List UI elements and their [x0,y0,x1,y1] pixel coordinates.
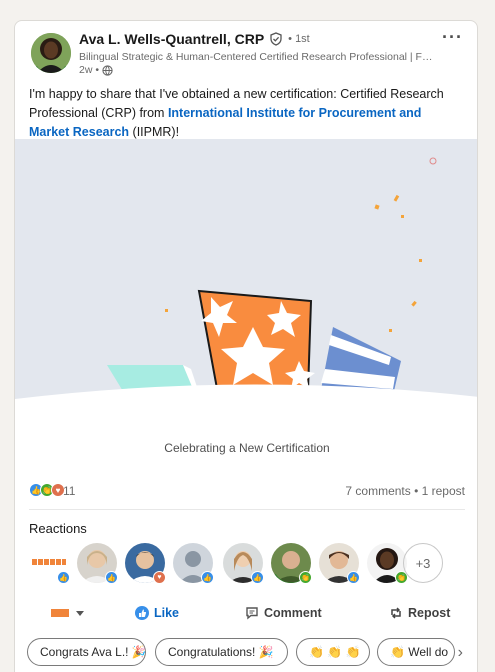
like-reaction-icon: 👍 [105,571,118,584]
quick-reply-chips: Congrats Ava L.! 🎉 Congratulations! 🎉 👏 … [27,638,467,666]
thumbs-up-icon [135,606,149,620]
like-reaction-icon: 👍 [347,571,360,584]
certification-graphic[interactable] [15,139,477,421]
reaction-icons[interactable]: 👍 👏 ♥ [29,483,65,497]
repost-icon [391,607,401,619]
like-reaction-icon: 👍 [251,571,264,584]
divider [29,509,465,510]
graphic-caption[interactable]: Celebrating a New Certification [15,441,477,455]
more-reactors-button[interactable]: +3 [403,543,443,583]
reaction-count[interactable]: 11 [63,484,75,498]
comment-label[interactable]: Comment [264,606,322,620]
chevron-down-icon [76,611,84,616]
reactors-list: 👍 👍 ♥ 👍 👍 👏 👍 👏 +3 [29,543,469,587]
time-ago: 2w • [79,64,100,76]
quick-reply-chip[interactable]: 👏 👏 👏 [296,638,370,666]
comment-button[interactable]: Comment [245,601,322,625]
post-time: 2w • [79,64,113,76]
repost-label[interactable]: Repost [408,606,450,620]
like-button[interactable]: Like [135,601,179,625]
repost-button[interactable]: Repost [389,601,450,625]
author-avatar[interactable] [31,33,71,73]
author-name[interactable]: Ava L. Wells-Quantrell, CRP [79,31,264,47]
like-label[interactable]: Like [154,606,179,620]
like-reaction-icon: 👍 [201,571,214,584]
globe-icon [102,64,113,76]
quick-reply-chip[interactable]: Congrats Ava L.! 🎉 [27,638,146,666]
author-name-row[interactable]: Ava L. Wells-Quantrell, CRP • 1st [79,31,310,47]
post-text: I'm happy to share that I've obtained a … [29,85,459,142]
connection-degree: • 1st [288,33,310,45]
company-logo-icon [51,609,69,617]
love-reaction-icon: ♥ [153,571,166,584]
reactions-title: Reactions [29,521,87,536]
comments-reposts-count[interactable]: 7 comments • 1 repost [345,484,465,498]
action-bar: Like Comment Repost [29,601,465,625]
social-counts: 👍 👏 ♥ 11 7 comments • 1 repost [29,483,465,499]
post-text-after: (IIPMR)! [129,125,180,139]
author-headline: Bilingual Strategic & Human-Centered Cer… [79,51,434,63]
comment-icon [246,607,258,620]
like-reaction-icon: 👍 [57,571,70,584]
chevron-right-icon[interactable]: › [458,644,463,662]
quick-reply-chip[interactable]: 👏 Well do [377,638,455,666]
verified-icon [270,32,282,46]
celebrate-reaction-icon: 👏 [299,571,312,584]
reaction-selector[interactable] [51,601,86,625]
post-card: Ava L. Wells-Quantrell, CRP • 1st Biling… [14,20,478,672]
post-header: Ava L. Wells-Quantrell, CRP • 1st Biling… [15,21,477,81]
ellipsis-icon[interactable]: ··· [442,27,463,48]
quick-reply-chip[interactable]: Congratulations! 🎉 [155,638,288,666]
